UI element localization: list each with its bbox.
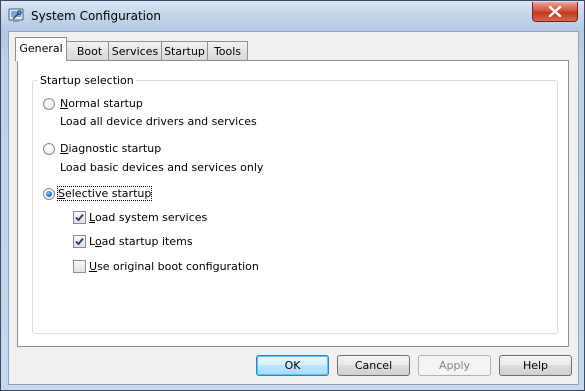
selective-startup-label-rest: elective startup	[64, 187, 152, 200]
tab-label: Services	[111, 45, 159, 58]
selective-startup-radio[interactable]	[43, 188, 55, 200]
radio-selected-dot	[46, 191, 52, 197]
normal-startup-radio[interactable]	[43, 98, 55, 110]
tab-boot[interactable]: Boot	[65, 41, 114, 60]
close-button[interactable]	[532, 2, 578, 22]
window-title: System Configuration	[31, 9, 161, 23]
general-tab-panel: Startup selection Normal startup Load al…	[17, 60, 569, 347]
normal-startup-label-rest: ormal startup	[68, 97, 143, 110]
tab-label: Tools	[213, 45, 242, 58]
ok-button[interactable]: OK	[256, 355, 329, 376]
use-original-boot-configuration-label-rest: se original boot configuration	[97, 260, 259, 273]
tab-services[interactable]: Services	[108, 41, 162, 60]
use-original-boot-configuration-label[interactable]: Use original boot configuration	[89, 260, 259, 273]
dialog-client-area: Boot Services Startup Tools General Star…	[8, 31, 579, 385]
tab-general[interactable]: General	[15, 37, 67, 61]
help-button[interactable]: Help	[499, 355, 572, 376]
selective-startup-label[interactable]: Selective startup	[56, 186, 153, 201]
tab-label: Startup	[164, 45, 205, 58]
tab-label: General	[19, 42, 63, 55]
load-system-services-label[interactable]: Load system services	[89, 211, 207, 224]
use-original-boot-configuration-checkbox[interactable]	[73, 260, 86, 273]
diagnostic-startup-description: Load basic devices and services only	[60, 161, 264, 174]
system-configuration-icon	[8, 7, 24, 23]
tab-startup[interactable]: Startup	[161, 41, 208, 60]
tab-tools[interactable]: Tools	[207, 41, 248, 60]
load-startup-items-label[interactable]: Load startup items	[89, 235, 193, 248]
diagnostic-startup-label-rest: iagnostic startup	[68, 142, 162, 155]
cancel-button[interactable]: Cancel	[337, 355, 410, 376]
load-startup-items-label-rest: ad startup items	[101, 235, 193, 248]
tab-label: Boot	[76, 45, 103, 58]
diagnostic-startup-label[interactable]: Diagnostic startup	[60, 142, 161, 155]
load-startup-items-checkbox[interactable]	[73, 235, 86, 248]
normal-startup-label[interactable]: Normal startup	[60, 97, 143, 110]
checkmark-icon	[75, 213, 84, 222]
group-legend: Startup selection	[38, 74, 136, 87]
load-system-services-label-rest: oad system services	[94, 211, 208, 224]
close-icon	[548, 6, 562, 17]
normal-startup-description: Load all device drivers and services	[60, 115, 257, 128]
system-configuration-window: System Configuration Boot Services Start…	[0, 0, 585, 391]
checkmark-icon	[75, 237, 84, 246]
apply-button[interactable]: Apply	[418, 355, 491, 376]
load-system-services-checkbox[interactable]	[73, 211, 86, 224]
title-bar[interactable]: System Configuration	[1, 1, 584, 31]
diagnostic-startup-radio[interactable]	[43, 143, 55, 155]
